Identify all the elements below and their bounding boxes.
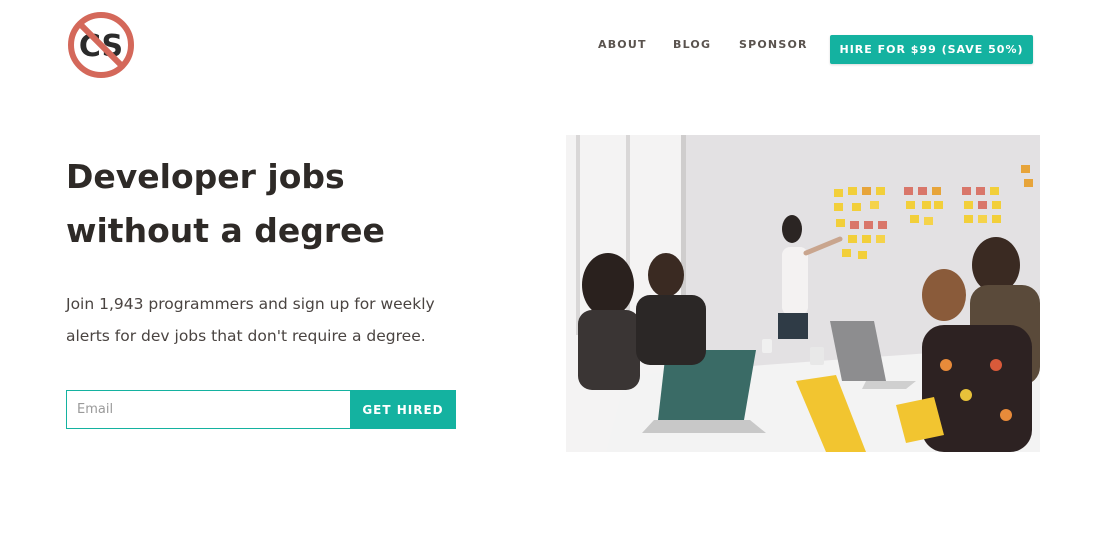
hire-button[interactable]: HIRE FOR $99 (SAVE 50%) (830, 35, 1033, 64)
headline-line-2: without a degree (66, 211, 385, 250)
nav-about[interactable]: ABOUT (598, 38, 647, 51)
headline-line-1: Developer jobs (66, 157, 345, 196)
team-meeting-photo (566, 135, 1040, 452)
nav-sponsor[interactable]: SPONSOR (739, 38, 808, 51)
subtitle-line-2: alerts for dev jobs that don't require a… (66, 327, 426, 345)
page: CS ABOUT BLOG SPONSOR HIRE FOR $99 (SAVE… (0, 0, 1099, 548)
hero-subtitle: Join 1,943 programmers and sign up for w… (66, 288, 466, 352)
get-hired-button[interactable]: GET HIRED (350, 390, 456, 429)
nav-blog[interactable]: BLOG (673, 38, 711, 51)
email-field[interactable] (66, 390, 351, 429)
subtitle-line-1: Join 1,943 programmers and sign up for w… (66, 295, 435, 313)
page-title: Developer jobs without a degree (66, 150, 486, 258)
